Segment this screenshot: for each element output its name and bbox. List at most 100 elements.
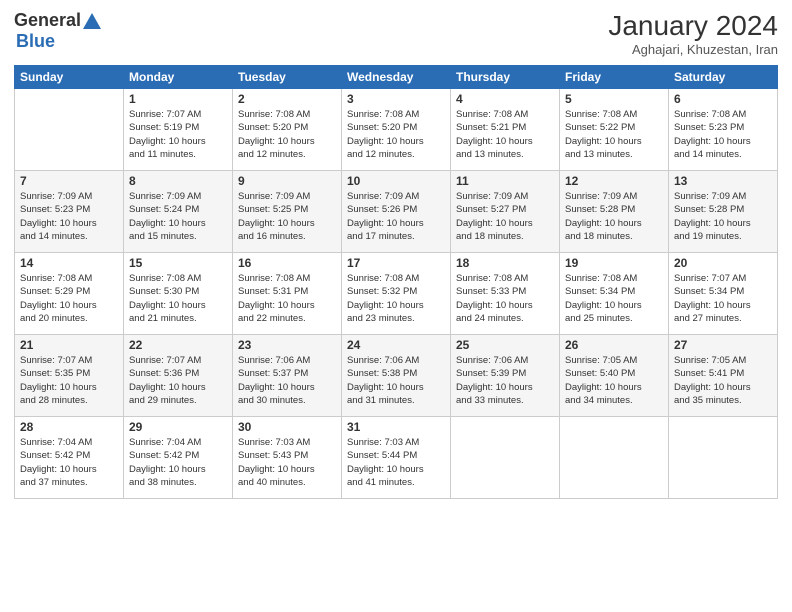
day-info: Sunrise: 7:07 AMSunset: 5:35 PMDaylight:… bbox=[20, 354, 118, 407]
day-number: 24 bbox=[347, 338, 445, 352]
col-friday: Friday bbox=[560, 66, 669, 89]
calendar-week-row: 7Sunrise: 7:09 AMSunset: 5:23 PMDaylight… bbox=[15, 171, 778, 253]
logo: General Blue bbox=[14, 10, 101, 52]
day-number: 8 bbox=[129, 174, 227, 188]
logo-text: General bbox=[14, 10, 81, 31]
day-number: 11 bbox=[456, 174, 554, 188]
day-info: Sunrise: 7:08 AMSunset: 5:30 PMDaylight:… bbox=[129, 272, 227, 325]
day-info: Sunrise: 7:07 AMSunset: 5:19 PMDaylight:… bbox=[129, 108, 227, 161]
day-info: Sunrise: 7:09 AMSunset: 5:26 PMDaylight:… bbox=[347, 190, 445, 243]
table-row: 15Sunrise: 7:08 AMSunset: 5:30 PMDayligh… bbox=[124, 253, 233, 335]
day-number: 23 bbox=[238, 338, 336, 352]
table-row: 14 Sunrise: 7:08 AMSunset: 5:29 PMDayligh… bbox=[15, 253, 124, 335]
calendar-week-row: 28Sunrise: 7:04 AMSunset: 5:42 PMDayligh… bbox=[15, 417, 778, 499]
day-number: 25 bbox=[456, 338, 554, 352]
day-number: 4 bbox=[456, 92, 554, 106]
table-row: 17Sunrise: 7:08 AMSunset: 5:32 PMDayligh… bbox=[342, 253, 451, 335]
calendar-week-row: 1 Sunrise: 7:07 AMSunset: 5:19 PMDaylight… bbox=[15, 89, 778, 171]
day-number: 19 bbox=[565, 256, 663, 270]
table-row: 21 Sunrise: 7:07 AMSunset: 5:35 PMDayligh… bbox=[15, 335, 124, 417]
table-row: 25 Sunrise: 7:06 AMSunset: 5:39 PMDayligh… bbox=[451, 335, 560, 417]
col-wednesday: Wednesday bbox=[342, 66, 451, 89]
day-number: 22 bbox=[129, 338, 227, 352]
table-row: 26Sunrise: 7:05 AMSunset: 5:40 PMDayligh… bbox=[560, 335, 669, 417]
day-info: Sunrise: 7:07 AMSunset: 5:36 PMDaylight:… bbox=[129, 354, 227, 407]
logo-icon bbox=[83, 13, 101, 29]
table-row: 12 Sunrise: 7:09 AMSunset: 5:28 PMDayligh… bbox=[560, 171, 669, 253]
table-row: 7Sunrise: 7:09 AMSunset: 5:23 PMDaylight… bbox=[15, 171, 124, 253]
title-block: January 2024 Aghajari, Khuzestan, Iran bbox=[608, 10, 778, 57]
day-number: 30 bbox=[238, 420, 336, 434]
table-row: 3 Sunrise: 7:08 AMSunset: 5:20 PMDaylight… bbox=[342, 89, 451, 171]
day-number: 12 bbox=[565, 174, 663, 188]
day-info: Sunrise: 7:09 AMSunset: 5:27 PMDaylight:… bbox=[456, 190, 554, 243]
day-number: 14 bbox=[20, 256, 118, 270]
table-row: 27Sunrise: 7:05 AMSunset: 5:41 PMDayligh… bbox=[669, 335, 778, 417]
table-row: 2 Sunrise: 7:08 AMSunset: 5:20 PMDaylight… bbox=[233, 89, 342, 171]
day-number: 1 bbox=[129, 92, 227, 106]
day-info: Sunrise: 7:08 AMSunset: 5:20 PMDaylight:… bbox=[347, 108, 445, 161]
day-info: Sunrise: 7:06 AMSunset: 5:37 PMDaylight:… bbox=[238, 354, 336, 407]
table-row: 28Sunrise: 7:04 AMSunset: 5:42 PMDayligh… bbox=[15, 417, 124, 499]
day-info: Sunrise: 7:08 AMSunset: 5:32 PMDaylight:… bbox=[347, 272, 445, 325]
logo-blue: Blue bbox=[16, 31, 55, 51]
table-row bbox=[15, 89, 124, 171]
day-info: Sunrise: 7:03 AMSunset: 5:44 PMDaylight:… bbox=[347, 436, 445, 489]
day-info: Sunrise: 7:08 AMSunset: 5:34 PMDaylight:… bbox=[565, 272, 663, 325]
day-number: 26 bbox=[565, 338, 663, 352]
day-info: Sunrise: 7:08 AMSunset: 5:33 PMDaylight:… bbox=[456, 272, 554, 325]
col-monday: Monday bbox=[124, 66, 233, 89]
day-info: Sunrise: 7:06 AMSunset: 5:38 PMDaylight:… bbox=[347, 354, 445, 407]
location-subtitle: Aghajari, Khuzestan, Iran bbox=[608, 42, 778, 57]
day-info: Sunrise: 7:07 AMSunset: 5:34 PMDaylight:… bbox=[674, 272, 772, 325]
day-number: 21 bbox=[20, 338, 118, 352]
table-row: 11 Sunrise: 7:09 AMSunset: 5:27 PMDayligh… bbox=[451, 171, 560, 253]
col-tuesday: Tuesday bbox=[233, 66, 342, 89]
page: General Blue January 2024 Aghajari, Khuz… bbox=[0, 0, 792, 612]
table-row: 18Sunrise: 7:08 AMSunset: 5:33 PMDayligh… bbox=[451, 253, 560, 335]
day-number: 3 bbox=[347, 92, 445, 106]
page-header: General Blue January 2024 Aghajari, Khuz… bbox=[14, 10, 778, 57]
day-info: Sunrise: 7:09 AMSunset: 5:28 PMDaylight:… bbox=[674, 190, 772, 243]
day-info: Sunrise: 7:09 AMSunset: 5:25 PMDaylight:… bbox=[238, 190, 336, 243]
day-info: Sunrise: 7:06 AMSunset: 5:39 PMDaylight:… bbox=[456, 354, 554, 407]
calendar-week-row: 21 Sunrise: 7:07 AMSunset: 5:35 PMDayligh… bbox=[15, 335, 778, 417]
table-row: 19 Sunrise: 7:08 AMSunset: 5:34 PMDayligh… bbox=[560, 253, 669, 335]
table-row: 1 Sunrise: 7:07 AMSunset: 5:19 PMDaylight… bbox=[124, 89, 233, 171]
day-number: 2 bbox=[238, 92, 336, 106]
day-number: 29 bbox=[129, 420, 227, 434]
table-row: 16 Sunrise: 7:08 AMSunset: 5:31 PMDayligh… bbox=[233, 253, 342, 335]
calendar-header-row: Sunday Monday Tuesday Wednesday Thursday… bbox=[15, 66, 778, 89]
table-row: 8 Sunrise: 7:09 AMSunset: 5:24 PMDaylight… bbox=[124, 171, 233, 253]
calendar-table: Sunday Monday Tuesday Wednesday Thursday… bbox=[14, 65, 778, 499]
table-row: 29Sunrise: 7:04 AMSunset: 5:42 PMDayligh… bbox=[124, 417, 233, 499]
table-row bbox=[451, 417, 560, 499]
day-info: Sunrise: 7:05 AMSunset: 5:41 PMDaylight:… bbox=[674, 354, 772, 407]
day-info: Sunrise: 7:03 AMSunset: 5:43 PMDaylight:… bbox=[238, 436, 336, 489]
day-number: 6 bbox=[674, 92, 772, 106]
day-info: Sunrise: 7:08 AMSunset: 5:29 PMDaylight:… bbox=[20, 272, 118, 325]
col-thursday: Thursday bbox=[451, 66, 560, 89]
table-row: 24 Sunrise: 7:06 AMSunset: 5:38 PMDayligh… bbox=[342, 335, 451, 417]
col-saturday: Saturday bbox=[669, 66, 778, 89]
table-row: 30 Sunrise: 7:03 AMSunset: 5:43 PMDayligh… bbox=[233, 417, 342, 499]
day-number: 31 bbox=[347, 420, 445, 434]
day-number: 20 bbox=[674, 256, 772, 270]
table-row: 10 Sunrise: 7:09 AMSunset: 5:26 PMDayligh… bbox=[342, 171, 451, 253]
day-info: Sunrise: 7:09 AMSunset: 5:24 PMDaylight:… bbox=[129, 190, 227, 243]
day-info: Sunrise: 7:04 AMSunset: 5:42 PMDaylight:… bbox=[20, 436, 118, 489]
table-row: 5Sunrise: 7:08 AMSunset: 5:22 PMDaylight… bbox=[560, 89, 669, 171]
day-info: Sunrise: 7:08 AMSunset: 5:20 PMDaylight:… bbox=[238, 108, 336, 161]
day-number: 9 bbox=[238, 174, 336, 188]
col-sunday: Sunday bbox=[15, 66, 124, 89]
day-info: Sunrise: 7:08 AMSunset: 5:31 PMDaylight:… bbox=[238, 272, 336, 325]
day-info: Sunrise: 7:08 AMSunset: 5:21 PMDaylight:… bbox=[456, 108, 554, 161]
day-number: 10 bbox=[347, 174, 445, 188]
day-number: 5 bbox=[565, 92, 663, 106]
table-row: 9 Sunrise: 7:09 AMSunset: 5:25 PMDaylight… bbox=[233, 171, 342, 253]
day-info: Sunrise: 7:08 AMSunset: 5:23 PMDaylight:… bbox=[674, 108, 772, 161]
day-info: Sunrise: 7:09 AMSunset: 5:28 PMDaylight:… bbox=[565, 190, 663, 243]
month-title: January 2024 bbox=[608, 10, 778, 42]
day-number: 16 bbox=[238, 256, 336, 270]
table-row: 31 Sunrise: 7:03 AMSunset: 5:44 PMDayligh… bbox=[342, 417, 451, 499]
